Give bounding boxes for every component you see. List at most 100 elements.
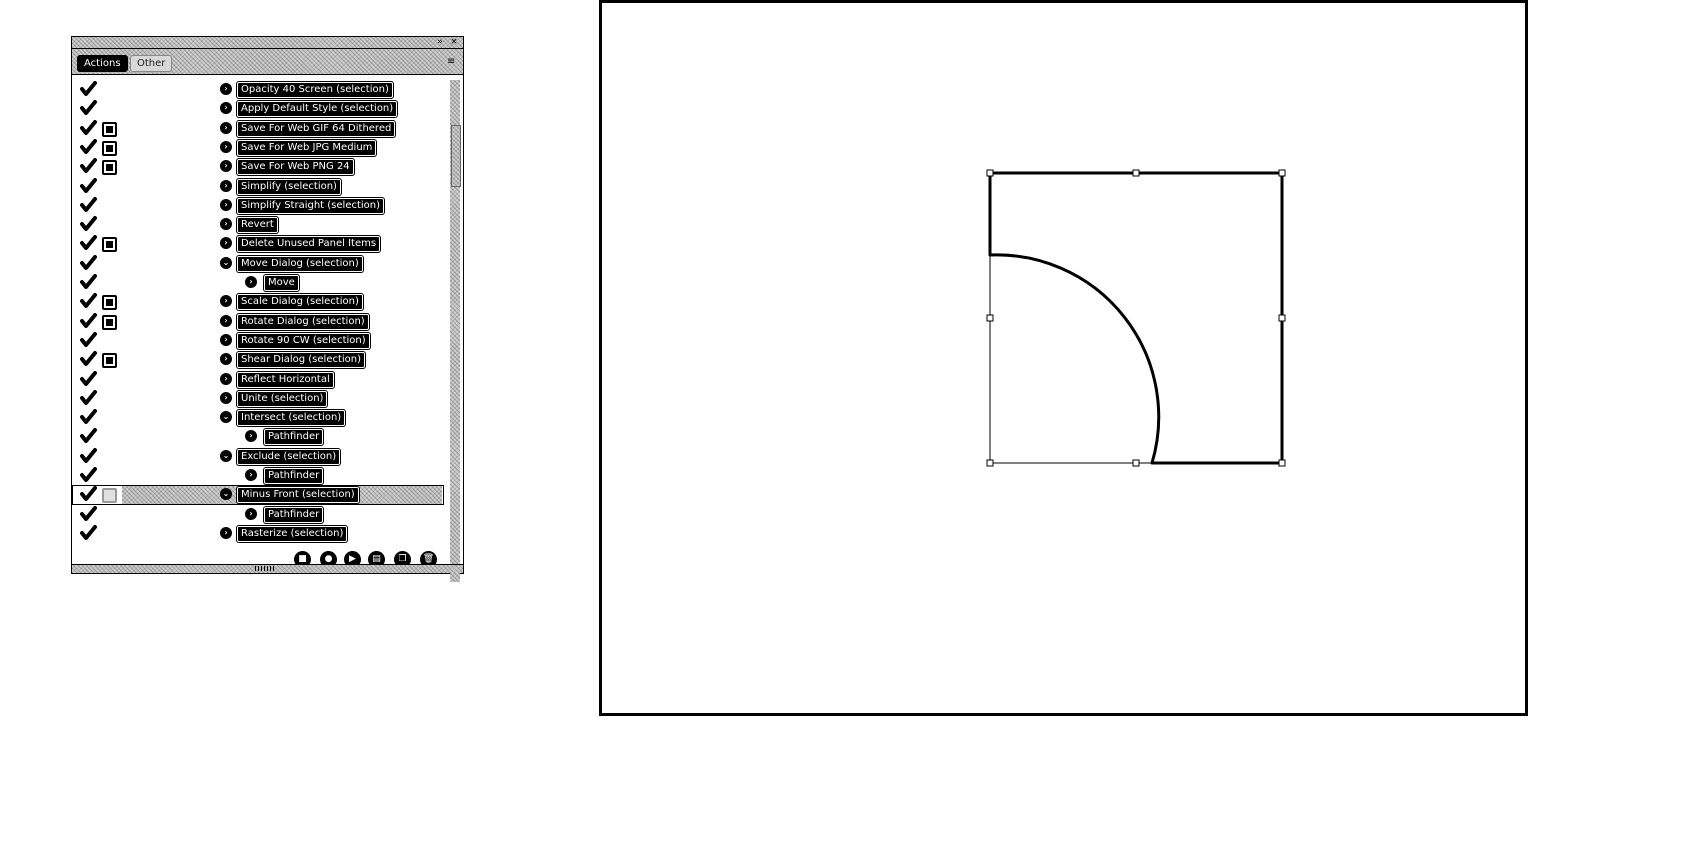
handle-bottom-left[interactable]	[986, 459, 994, 467]
checkmark-icon[interactable]	[80, 235, 97, 251]
scrollbar[interactable]	[450, 80, 461, 582]
panel-titlebar[interactable]: » ×	[72, 37, 463, 49]
checkmark-icon[interactable]	[80, 389, 97, 406]
checkmark-icon[interactable]	[80, 524, 97, 541]
chevron-right-icon[interactable]: ›	[220, 121, 232, 134]
dialog-toggle-icon[interactable]	[102, 353, 117, 369]
checkmark-icon[interactable]	[80, 196, 97, 213]
double-arrow-icon[interactable]: »	[435, 37, 445, 47]
chevron-right-icon[interactable]: ›	[245, 430, 257, 443]
checkmark-icon[interactable]	[80, 447, 97, 464]
chevron-right-icon[interactable]: ›	[245, 507, 257, 520]
handle-top-right[interactable]	[1278, 169, 1286, 177]
action-row[interactable]: › Rotate Dialog (selection)	[72, 312, 444, 331]
handle-middle-left[interactable]	[986, 314, 994, 322]
checkmark-icon[interactable]	[80, 351, 97, 367]
checkmark-icon[interactable]	[80, 254, 97, 271]
tab-actions[interactable]: Actions	[77, 55, 128, 72]
checkmark-icon[interactable]	[80, 100, 97, 116]
action-row[interactable]: › Unite (selection)	[72, 389, 444, 408]
action-row[interactable]: › Simplify Straight (selection)	[72, 196, 444, 215]
handle-top-left[interactable]	[986, 169, 994, 177]
chevron-right-icon[interactable]: ›	[220, 160, 232, 173]
action-row[interactable]: › Save For Web PNG 24	[72, 157, 444, 176]
checkmark-icon[interactable]	[80, 505, 97, 522]
dialog-toggle-icon[interactable]	[102, 237, 117, 253]
chevron-right-icon[interactable]: ›	[220, 83, 232, 95]
checkmark-icon[interactable]	[80, 293, 97, 309]
handle-bottom-right[interactable]	[1278, 459, 1286, 467]
chevron-right-icon[interactable]: ›	[245, 276, 257, 288]
chevron-right-icon[interactable]: ›	[245, 469, 257, 481]
action-row[interactable]: › Rotate 90 CW (selection)	[72, 331, 444, 350]
action-row[interactable]: › Scale Dialog (selection)	[72, 292, 444, 311]
chevron-down-icon[interactable]: ⌄	[220, 449, 232, 462]
chevron-right-icon[interactable]: ›	[220, 333, 232, 346]
dialog-toggle-icon[interactable]	[102, 140, 117, 156]
action-row[interactable]: › Save For Web GIF 64 Dithered	[72, 119, 444, 138]
action-step-row[interactable]: › Pathfinder	[72, 505, 444, 524]
panel-menu-icon[interactable]: ≡	[447, 57, 457, 67]
chevron-right-icon[interactable]: ›	[220, 526, 232, 539]
new-page-icon: ❐	[398, 554, 407, 564]
checkmark-icon[interactable]	[80, 331, 97, 348]
dialog-toggle-icon[interactable]	[102, 160, 117, 176]
chevron-right-icon[interactable]: ›	[220, 140, 232, 153]
handle-bottom-middle[interactable]	[1132, 459, 1140, 467]
chevron-right-icon[interactable]: ›	[220, 102, 232, 115]
checkmark-icon[interactable]	[80, 177, 97, 194]
handle-top-middle[interactable]	[1132, 169, 1140, 177]
action-step-row[interactable]: › Move	[72, 273, 444, 292]
artboard-canvas	[986, 169, 1286, 467]
minus-front-shape[interactable]	[988, 171, 1284, 465]
action-row[interactable]: › Delete Unused Panel Items	[72, 234, 444, 253]
action-step-row[interactable]: › Pathfinder	[72, 466, 444, 485]
dialog-toggle-icon[interactable]	[102, 295, 117, 311]
checkmark-icon[interactable]	[80, 81, 97, 97]
action-row[interactable]: › Shear Dialog (selection)	[72, 350, 444, 369]
chevron-down-icon[interactable]: ⌄	[220, 411, 232, 424]
checkmark-icon[interactable]	[80, 312, 97, 329]
action-row[interactable]: › Reflect Horizontal	[72, 370, 444, 389]
checkmark-icon[interactable]	[80, 428, 97, 444]
chevron-right-icon[interactable]: ›	[220, 295, 232, 308]
dialog-toggle-icon[interactable]	[102, 488, 117, 504]
artboard[interactable]	[599, 0, 1528, 716]
checkmark-icon[interactable]	[80, 370, 97, 387]
action-row[interactable]: › Save For Web JPG Medium	[72, 138, 444, 157]
dialog-toggle-icon[interactable]	[102, 314, 117, 330]
dialog-toggle-icon[interactable]	[102, 121, 117, 137]
action-step-row[interactable]: › Pathfinder	[72, 427, 444, 446]
checkmark-icon[interactable]	[80, 119, 97, 136]
resize-grip[interactable]	[72, 564, 463, 573]
action-row[interactable]: › Opacity 40 Screen (selection)	[72, 80, 444, 99]
close-icon[interactable]: ×	[449, 37, 459, 47]
action-row[interactable]: › Apply Default Style (selection)	[72, 99, 444, 118]
chevron-right-icon[interactable]: ›	[220, 198, 232, 211]
checkmark-icon[interactable]	[80, 409, 97, 425]
action-row[interactable]: › Rasterize (selection)	[72, 524, 444, 543]
chevron-right-icon[interactable]: ›	[220, 218, 232, 231]
chevron-right-icon[interactable]: ›	[220, 237, 232, 250]
chevron-right-icon[interactable]: ›	[220, 372, 232, 385]
action-row[interactable]: ⌄ Intersect (selection)	[72, 408, 444, 427]
chevron-right-icon[interactable]: ›	[220, 391, 232, 404]
chevron-right-icon[interactable]: ›	[220, 353, 232, 366]
action-row[interactable]: ⌄ Minus Front (selection)	[72, 485, 444, 505]
action-row[interactable]: › Revert	[72, 215, 444, 234]
scrollbar-thumb[interactable]	[451, 125, 461, 187]
chevron-right-icon[interactable]: ›	[220, 314, 232, 327]
chevron-right-icon[interactable]: ›	[220, 179, 232, 192]
checkmark-icon[interactable]	[80, 216, 97, 232]
checkmark-icon[interactable]	[80, 158, 97, 174]
handle-middle-right[interactable]	[1278, 314, 1286, 322]
action-row[interactable]: ⌄ Exclude (selection)	[72, 447, 444, 466]
action-row[interactable]: › Simplify (selection)	[72, 177, 444, 196]
chevron-down-icon[interactable]: ⌄	[220, 256, 232, 269]
action-row[interactable]: ⌄ Move Dialog (selection)	[72, 254, 444, 273]
tab-other[interactable]: Other	[130, 55, 173, 72]
checkmark-icon[interactable]	[80, 138, 97, 155]
checkmark-icon[interactable]	[80, 274, 97, 290]
checkmark-icon[interactable]	[80, 486, 97, 502]
checkmark-icon[interactable]	[80, 467, 97, 483]
